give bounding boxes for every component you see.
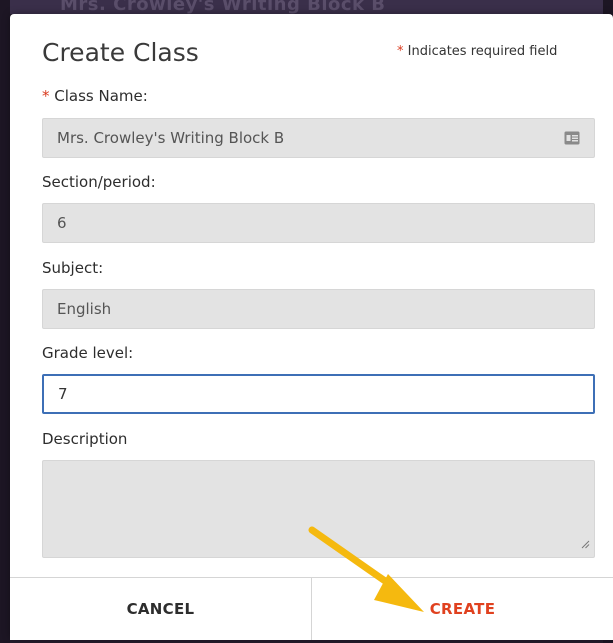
description-textarea[interactable] [42, 460, 595, 558]
required-star: * [42, 87, 50, 105]
subject-value: English [57, 300, 112, 318]
class-name-label-text: Class Name: [54, 87, 148, 105]
cancel-button[interactable]: CANCEL [10, 578, 312, 640]
grade-level-input[interactable]: 7 [42, 374, 595, 414]
id-card-icon[interactable] [564, 131, 580, 149]
required-star: * [397, 44, 404, 59]
class-name-label: * Class Name: [42, 87, 148, 105]
backdrop-left-edge [0, 0, 10, 643]
subject-input[interactable]: English [42, 289, 595, 329]
class-name-value: Mrs. Crowley's Writing Block B [57, 129, 285, 147]
required-note-text: Indicates required field [407, 44, 558, 59]
required-field-note: * Indicates required field [397, 44, 557, 59]
backdrop-class-title: Mrs. Crowley's Writing Block B [60, 0, 386, 15]
grade-level-value: 7 [58, 385, 68, 403]
modal-title: Create Class [42, 38, 199, 67]
section-label: Section/period: [42, 173, 156, 191]
subject-label: Subject: [42, 259, 104, 277]
description-label: Description [42, 430, 128, 448]
section-input[interactable]: 6 [42, 203, 595, 243]
backdrop-header-band: Mrs. Crowley's Writing Block B [0, 0, 613, 15]
create-button[interactable]: CREATE [312, 578, 613, 640]
create-class-modal: Create Class * Indicates required field … [10, 14, 613, 640]
resize-handle-icon[interactable] [580, 535, 590, 553]
section-value: 6 [57, 214, 67, 232]
class-name-input[interactable]: Mrs. Crowley's Writing Block B [42, 118, 595, 158]
grade-level-label: Grade level: [42, 344, 134, 362]
modal-footer: CANCEL CREATE [10, 577, 613, 640]
